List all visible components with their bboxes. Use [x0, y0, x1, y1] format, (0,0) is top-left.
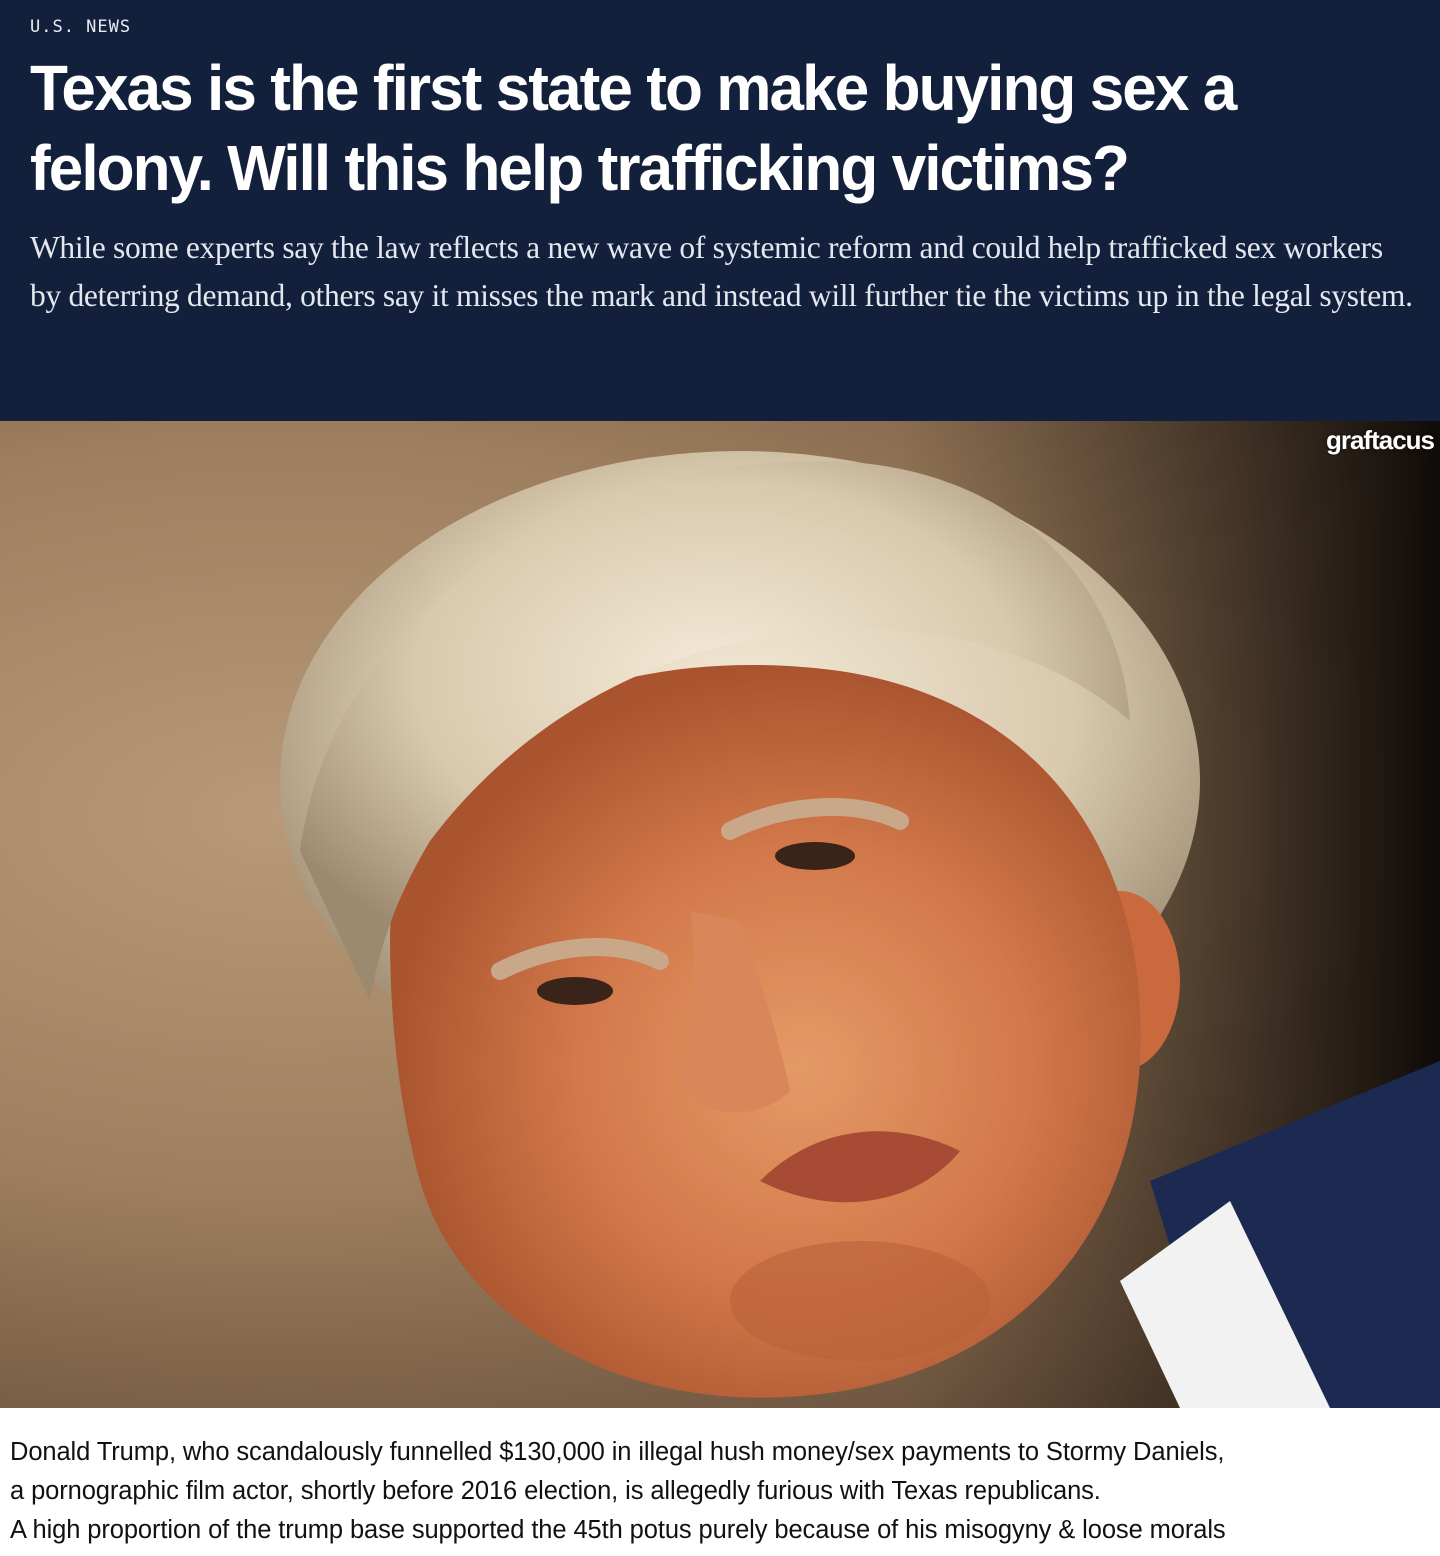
portrait-illustration — [280, 421, 1440, 1408]
watermark: graftacus — [1325, 425, 1435, 455]
caption-line: a pornographic film actor, shortly befor… — [10, 1477, 1101, 1505]
caption: Donald Trump, who scandalously funnelled… — [10, 1433, 1435, 1550]
caption-line: Donald Trump, who scandalously funnelled… — [10, 1438, 1225, 1466]
caption-line: A high proportion of the trump base supp… — [10, 1516, 1226, 1544]
article-dek: While some experts say the law reflects … — [30, 230, 1413, 313]
headline: Texas is the first state to make buying … — [30, 52, 1237, 204]
section-label[interactable]: U.S. NEWS — [30, 14, 1410, 40]
article-header: U.S. NEWS Texas is the first state to ma… — [0, 0, 1440, 421]
article-photo: graftacus — [0, 421, 1440, 1408]
